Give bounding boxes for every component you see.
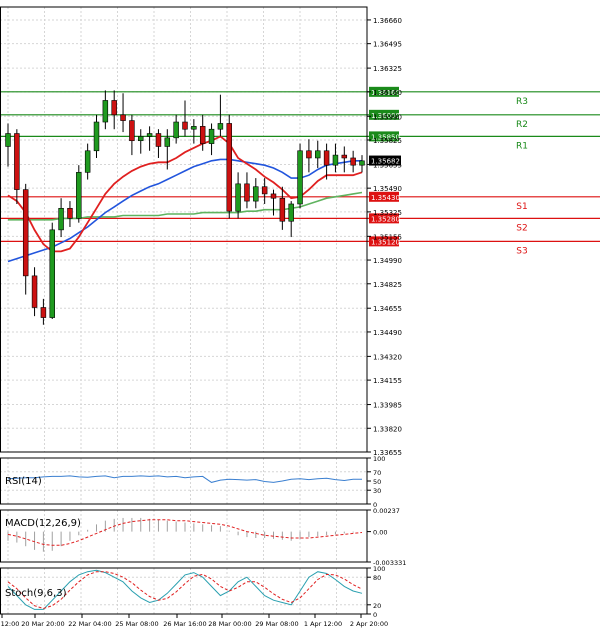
candle-body xyxy=(22,189,29,277)
candle-body xyxy=(58,207,64,231)
time-tick-label: 12:00 xyxy=(1,620,20,628)
price-tick-label: 1.35990 xyxy=(373,113,402,121)
price-tick-label: 1.34655 xyxy=(373,305,402,313)
candle-body xyxy=(76,172,82,219)
candle-body xyxy=(111,100,117,116)
price-tick-label: 1.35490 xyxy=(373,185,402,193)
indicator-tick-label: 30 xyxy=(373,487,381,495)
candle-body xyxy=(84,150,91,173)
price-tick-label: 1.34155 xyxy=(373,377,402,385)
price-tick-label: 1.35325 xyxy=(373,209,402,217)
price-tick-label: 1.34825 xyxy=(373,281,402,289)
candle-body xyxy=(191,126,197,130)
candle-body xyxy=(288,203,294,222)
candle-body xyxy=(5,133,11,147)
candle-body xyxy=(40,307,47,318)
candle-body xyxy=(31,275,38,308)
candle-body xyxy=(102,100,109,123)
price-tick-label: 1.34490 xyxy=(373,329,402,337)
price-tick-label: 1.34320 xyxy=(373,353,402,361)
level-name-r2: R2 xyxy=(516,120,528,130)
stoch-label: Stoch(9,6,3) xyxy=(5,588,67,599)
indicator-tick-label: 0.00237 xyxy=(373,507,400,515)
candle-body xyxy=(164,137,171,147)
candle-body xyxy=(208,128,215,144)
level-name-s1: S1 xyxy=(516,202,527,212)
time-tick-label: 25 Mar 08:00 xyxy=(115,620,158,628)
time-tick-label: 2 Apr 20:00 xyxy=(350,620,388,628)
candle-body xyxy=(235,183,241,212)
candle-body xyxy=(359,160,365,166)
indicator-tick-label: 80 xyxy=(373,574,381,582)
candle-body xyxy=(332,154,339,166)
candle-body xyxy=(244,183,250,202)
indicator-tick-label: 70 xyxy=(373,469,381,477)
candle-body xyxy=(226,123,232,212)
candle-body xyxy=(217,123,224,130)
indicator-tick-label: 20 xyxy=(373,602,381,610)
level-name-s3: S3 xyxy=(516,246,527,256)
price-tick-label: 1.36660 xyxy=(373,17,402,25)
time-tick-label: 26 Mar 16:00 xyxy=(163,620,206,628)
candle-body xyxy=(120,114,126,121)
candle-body xyxy=(297,150,303,205)
price-tick-label: 1.35825 xyxy=(373,137,402,145)
candle-body xyxy=(261,186,268,195)
level-name-r1: R1 xyxy=(516,141,528,151)
candle-body xyxy=(146,133,153,137)
rsi-label: RSI(14) xyxy=(5,476,42,487)
candle-body xyxy=(315,150,321,159)
indicator-tick-label: 100 xyxy=(373,565,385,573)
price-tick-label: 1.34990 xyxy=(373,257,402,265)
price-tick-label: 1.33985 xyxy=(373,402,402,410)
candle-body xyxy=(173,121,179,139)
time-tick-label: 20 Mar 20:00 xyxy=(21,620,64,628)
time-tick-label: 28 Mar 00:00 xyxy=(208,620,251,628)
price-tick-label: 1.36495 xyxy=(373,41,402,49)
candle-body xyxy=(306,150,312,159)
candle-body xyxy=(350,157,356,166)
time-tick-label: 29 Mar 08:00 xyxy=(255,620,298,628)
chart-root: R3 1.36160 R2 1.36000 R1 1.35850 S1 1.35430 S2 1.… xyxy=(0,0,600,634)
level-name-r3: R3 xyxy=(516,97,528,107)
time-tick-label: 22 Mar 04:00 xyxy=(68,620,111,628)
candle-body xyxy=(14,133,20,190)
price-tick-label: 1.35155 xyxy=(373,233,402,241)
candle-body xyxy=(67,207,73,219)
indicator-tick-label: 50 xyxy=(373,478,381,486)
indicator-tick-label: 0.00 xyxy=(373,529,387,537)
time-tick-label: 1 Apr 12:00 xyxy=(304,620,342,628)
level-name-s2: S2 xyxy=(516,223,527,233)
indicator-tick-label: 0 xyxy=(373,611,377,619)
candle-body xyxy=(279,197,286,222)
candle-body xyxy=(138,136,144,142)
price-tick-label: 1.36325 xyxy=(373,65,402,73)
indicator-tick-label: 100 xyxy=(373,455,385,463)
candle-body xyxy=(49,229,55,318)
candle-body xyxy=(182,121,188,130)
candle-body xyxy=(93,121,100,152)
candle-body xyxy=(253,186,259,202)
candle-body xyxy=(270,193,277,199)
forex-chart: R31.36160R21.36000R11.35850S11.35430S21.… xyxy=(0,0,600,634)
candle-body xyxy=(323,150,330,166)
price-tick-label: 1.33820 xyxy=(373,425,402,433)
macd-label: MACD(12,26,9) xyxy=(5,518,81,529)
candle-body xyxy=(199,126,206,144)
candle-body xyxy=(155,133,162,147)
candle-body xyxy=(341,154,348,159)
candle-body xyxy=(129,120,135,142)
price-tick-label: 1.35655 xyxy=(373,161,402,169)
price-tick-label: 1.36160 xyxy=(373,89,402,97)
level-value-s1: 1.35430 xyxy=(371,194,400,202)
